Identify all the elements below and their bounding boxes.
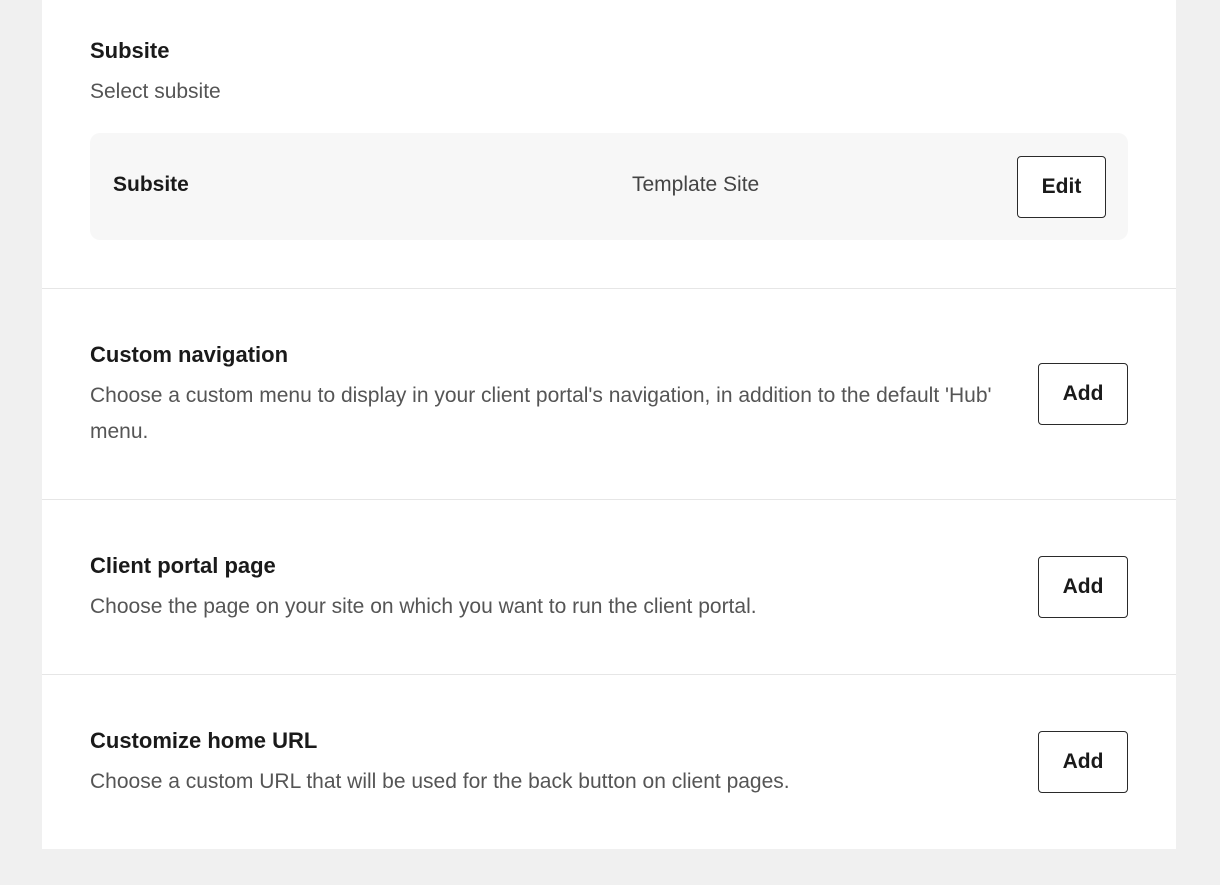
- subsite-description: Select subsite: [90, 80, 221, 103]
- subsite-row-label: Subsite: [113, 173, 189, 196]
- client-portal-page-title: Client portal page: [90, 553, 276, 578]
- subsite-section: Subsite Select subsite Subsite Template …: [42, 0, 1176, 289]
- add-customize-home-url-button[interactable]: Add: [1038, 731, 1128, 793]
- customize-home-url-section: Customize home URL Choose a custom URL t…: [42, 675, 1176, 849]
- settings-panel: Subsite Select subsite Subsite Template …: [42, 0, 1176, 849]
- client-portal-page-description: Choose the page on your site on which yo…: [90, 595, 757, 618]
- subsite-row-value: Template Site: [632, 173, 760, 196]
- custom-navigation-section: Custom navigation Choose a custom menu t…: [42, 289, 1176, 500]
- add-client-portal-page-button[interactable]: Add: [1038, 556, 1128, 618]
- subsite-row: Subsite Template Site Edit: [90, 133, 1128, 240]
- client-portal-page-section: Client portal page Choose the page on yo…: [42, 500, 1176, 675]
- subsite-title: Subsite: [90, 38, 170, 63]
- custom-navigation-description: Choose a custom menu to display in your …: [90, 384, 992, 443]
- edit-subsite-button[interactable]: Edit: [1017, 156, 1106, 218]
- custom-navigation-title: Custom navigation: [90, 342, 289, 367]
- customize-home-url-description: Choose a custom URL that will be used fo…: [90, 770, 790, 793]
- customize-home-url-title: Customize home URL: [90, 728, 318, 753]
- add-custom-navigation-button[interactable]: Add: [1038, 363, 1128, 425]
